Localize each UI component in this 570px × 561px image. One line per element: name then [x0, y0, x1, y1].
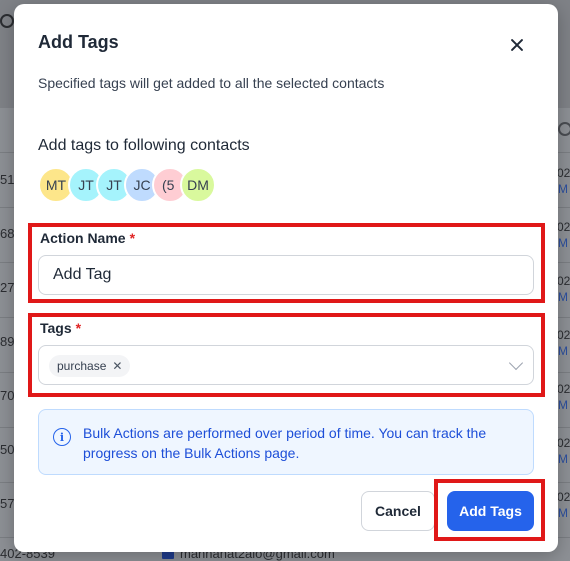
required-mark: *: [75, 320, 82, 336]
tag-chip: purchase ✕: [49, 355, 131, 377]
bg-link[interactable]: M: [558, 506, 568, 520]
action-name-label-text: Action Name: [40, 230, 126, 246]
info-text: Bulk Actions are performed over period o…: [83, 425, 487, 461]
whatsapp-icon: [0, 14, 14, 28]
bg-cell: 02: [557, 274, 570, 288]
bg-cell: 57: [0, 496, 15, 511]
tag-chip-label: purchase: [57, 359, 107, 373]
add-tags-button[interactable]: Add Tags: [447, 491, 534, 531]
bg-link[interactable]: M: [558, 290, 568, 304]
bg-cell: 02: [557, 490, 570, 504]
bg-cell: 68: [0, 226, 15, 241]
info-icon: i: [53, 428, 71, 446]
action-name-value: Add Tag: [53, 266, 112, 283]
add-tags-dialog: Add Tags Specified tags will get added t…: [14, 4, 558, 552]
bg-cell: 70: [0, 388, 15, 403]
info-banner: i Bulk Actions are performed over period…: [38, 409, 534, 475]
bg-cell: 02: [557, 166, 570, 180]
contacts-label: Add tags to following contacts: [38, 137, 250, 154]
action-name-input[interactable]: Add Tag: [38, 255, 534, 295]
bg-cell: 02: [557, 328, 570, 342]
bg-cell: 02: [557, 436, 570, 450]
bg-cell: 27: [0, 280, 15, 295]
avatar-group: MT JT JT JC (5 DM: [38, 167, 258, 203]
chevron-down-icon[interactable]: [508, 355, 524, 371]
bg-cell: 51: [0, 172, 15, 187]
tags-label-text: Tags: [40, 320, 72, 336]
avatar: DM: [180, 167, 216, 203]
action-name-label: Action Name *: [40, 230, 135, 246]
bg-link[interactable]: M: [558, 182, 568, 196]
bg-link[interactable]: M: [558, 452, 568, 466]
bg-link[interactable]: M: [558, 344, 568, 358]
bg-link[interactable]: M: [558, 236, 568, 250]
dialog-title: Add Tags: [38, 32, 119, 52]
bg-cell: 02: [557, 220, 570, 234]
required-mark: *: [129, 230, 136, 246]
tags-label: Tags *: [40, 320, 81, 336]
bg-link[interactable]: M: [558, 398, 568, 412]
cancel-button[interactable]: Cancel: [361, 491, 435, 531]
close-icon[interactable]: [507, 35, 527, 55]
tags-select[interactable]: purchase ✕: [38, 345, 534, 385]
bg-cell: 89: [0, 334, 15, 349]
bg-cell: 02: [557, 382, 570, 396]
gear-icon: [558, 122, 570, 136]
dialog-subtitle: Specified tags will get added to all the…: [38, 75, 385, 91]
bg-cell: 50: [0, 442, 15, 457]
remove-tag-icon[interactable]: ✕: [112, 359, 122, 373]
